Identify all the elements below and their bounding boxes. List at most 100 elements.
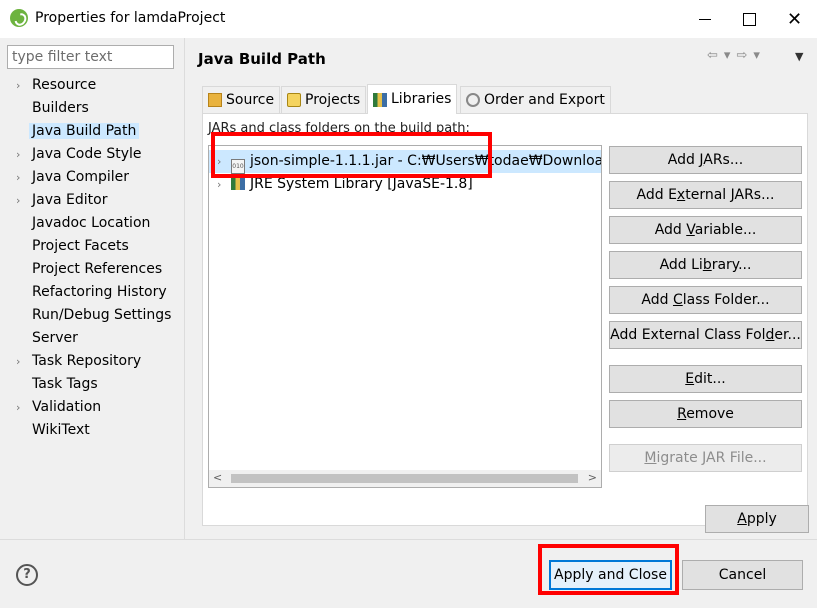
button-label: Add External Class Fol <box>610 327 766 343</box>
sidebar-item-label: Project Facets <box>32 238 129 254</box>
tab-order-and-export[interactable]: Order and Export <box>460 86 611 113</box>
button-label: lass Folder... <box>682 292 770 308</box>
sidebar-item-java-compiler[interactable]: › Java Compiler <box>0 166 184 189</box>
libraries-icon <box>373 92 387 107</box>
sidebar-item-label: Task Repository <box>32 353 142 369</box>
apply-mnemonic: A <box>737 511 747 527</box>
sidebar-item-project-facets[interactable]: Project Facets <box>0 235 184 258</box>
button-label: R <box>677 406 687 422</box>
button-label: emove <box>686 406 734 422</box>
libraries-tab-panel: JARs and class folders on the build path… <box>202 113 808 526</box>
sidebar-item-resource[interactable]: › Resource <box>0 74 184 97</box>
cancel-button[interactable]: Cancel <box>682 560 803 590</box>
edit-button[interactable]: Edit... <box>609 365 802 393</box>
expand-chevron-icon[interactable]: › <box>16 350 20 373</box>
expand-chevron-icon[interactable]: › <box>16 143 20 166</box>
sidebar-item-task-tags[interactable]: Task Tags <box>0 373 184 396</box>
sidebar-item-server[interactable]: Server <box>0 327 184 350</box>
add-variable-button[interactable]: Add Variable... <box>609 216 802 244</box>
scroll-right-icon[interactable]: > <box>588 471 597 484</box>
view-menu-icon[interactable]: ▼ <box>795 50 803 63</box>
sidebar-item-validation[interactable]: › Validation <box>0 396 184 419</box>
expand-chevron-icon[interactable]: › <box>217 150 231 173</box>
add-external-class-folder-button[interactable]: Add External Class Folder... <box>609 321 802 349</box>
tab-libraries[interactable]: Libraries <box>367 84 458 114</box>
forward-arrow-icon[interactable]: ⇨ <box>736 48 753 63</box>
sidebar-item-label: Server <box>32 330 78 346</box>
order-export-icon <box>466 93 480 107</box>
sidebar-item-builders[interactable]: Builders <box>0 97 184 120</box>
close-button[interactable]: ✕ <box>772 0 817 38</box>
spring-icon <box>10 9 28 27</box>
sidebar-item-label: Validation <box>32 399 102 415</box>
apply-and-close-button[interactable]: Apply and Close <box>549 560 672 590</box>
migrate-jar-button[interactable]: Migrate JAR File... <box>609 444 802 472</box>
dropdown-icon[interactable]: ▾ <box>753 48 766 63</box>
build-path-page: Java Build Path ⇦▾⇨▾ ▼ Source Projects Lib… <box>185 38 817 539</box>
sidebar-item-java-build-path[interactable]: Java Build Path <box>0 120 184 143</box>
button-label: V <box>686 222 695 238</box>
button-label: C <box>672 292 683 308</box>
add-jars-button[interactable]: Add JARs... <box>609 146 802 174</box>
button-label: Add <box>654 222 687 238</box>
sidebar-item-task-repository[interactable]: › Task Repository <box>0 350 184 373</box>
sidebar-item-label: Refactoring History <box>32 284 167 300</box>
dialog-footer: ? Apply and Close Cancel <box>0 539 817 608</box>
add-external-jars-button[interactable]: Add External JARs... <box>609 181 802 209</box>
library-entry[interactable]: › JRE System Library [JavaSE-1.8] <box>209 173 601 196</box>
expand-chevron-icon[interactable]: › <box>16 166 20 189</box>
sidebar-item-run-debug-settings[interactable]: Run/Debug Settings <box>0 304 184 327</box>
sidebar-item-project-references[interactable]: Project References <box>0 258 184 281</box>
add-library-button[interactable]: Add Library... <box>609 251 802 279</box>
page-title: Java Build Path <box>198 50 326 68</box>
sidebar-item-label: Resource <box>32 77 97 93</box>
history-nav: ⇦▾⇨▾ <box>707 48 766 63</box>
sidebar-item-java-editor[interactable]: › Java Editor <box>0 189 184 212</box>
sidebar-item-refactoring-history[interactable]: Refactoring History <box>0 281 184 304</box>
property-pages-panel: › Resource Builders Java Build Path › Java Co… <box>0 38 184 539</box>
add-class-folder-button[interactable]: Add Class Folder... <box>609 286 802 314</box>
tab-projects[interactable]: Projects <box>281 86 367 113</box>
scroll-left-icon[interactable]: < <box>213 471 222 484</box>
sidebar-item-label: Project References <box>32 261 163 277</box>
minimize-button[interactable] <box>682 0 727 38</box>
help-icon[interactable]: ? <box>16 564 38 586</box>
sidebar-item-java-code-style[interactable]: › Java Code Style <box>0 143 184 166</box>
button-label: er... <box>774 327 801 343</box>
filter-input[interactable] <box>7 45 174 69</box>
button-label: rary... <box>711 257 752 273</box>
apply-label-rest: pply <box>746 511 777 527</box>
sidebar-item-label: Java Compiler <box>32 169 130 185</box>
button-label: ariable... <box>694 222 757 238</box>
library-entry[interactable]: › 010 json-simple-1.1.1.jar - C:₩Users₩tod… <box>209 150 601 174</box>
sidebar-item-javadoc-location[interactable]: Javadoc Location <box>0 212 184 235</box>
expand-chevron-icon[interactable]: › <box>16 396 20 419</box>
horizontal-scrollbar[interactable]: < > <box>209 470 601 487</box>
list-caption: JARs and class folders on the build path… <box>208 121 470 136</box>
sidebar-item-label: Javadoc Location <box>32 215 151 231</box>
projects-icon <box>287 93 301 107</box>
property-page-list: › Resource Builders Java Build Path › Java Co… <box>0 74 184 442</box>
expand-chevron-icon[interactable]: › <box>16 74 20 97</box>
button-label: Add Li <box>659 257 703 273</box>
sidebar-item-label: Java Code Style <box>32 146 142 162</box>
library-entry-label: JRE System Library [JavaSE-1.8] <box>250 176 473 192</box>
sidebar-item-label: Task Tags <box>32 376 98 392</box>
apply-button[interactable]: Apply <box>705 505 809 533</box>
back-arrow-icon[interactable]: ⇦ <box>707 48 724 63</box>
sidebar-item-wikitext[interactable]: WikiText <box>0 419 184 442</box>
maximize-button[interactable] <box>727 0 772 38</box>
tab-source[interactable]: Source <box>202 86 281 113</box>
source-folder-icon <box>208 93 222 107</box>
tab-label: Projects <box>305 91 361 108</box>
window-title: Properties for lamdaProject <box>35 10 226 26</box>
dropdown-icon[interactable]: ▾ <box>724 48 737 63</box>
remove-button[interactable]: Remove <box>609 400 802 428</box>
expand-chevron-icon[interactable]: › <box>16 189 20 212</box>
sidebar-item-label: Java Editor <box>32 192 108 208</box>
expand-chevron-icon[interactable]: › <box>217 173 231 196</box>
title-bar: Properties for lamdaProject ✕ <box>0 0 817 38</box>
jar-icon: 010 <box>231 159 245 174</box>
scroll-thumb[interactable] <box>231 474 578 483</box>
library-tree[interactable]: › 010 json-simple-1.1.1.jar - C:₩Users₩tod… <box>208 145 602 488</box>
